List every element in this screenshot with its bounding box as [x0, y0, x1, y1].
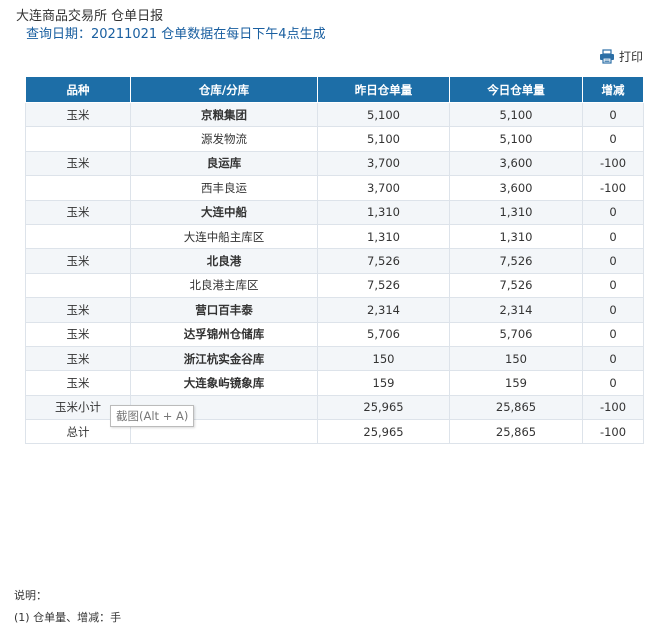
cell-change: 0 — [582, 345, 644, 372]
table-row: 西丰良运 3,700 3,600 -100 — [25, 175, 644, 201]
cell-yesterday: 5,100 — [317, 126, 450, 152]
cell-today: 25,865 — [449, 394, 583, 421]
cell-variety: 玉米 — [25, 150, 131, 177]
cell-variety: 玉米 — [25, 199, 131, 225]
table-row: 北良港主库区 7,526 7,526 0 — [25, 272, 644, 299]
cell-yesterday: 7,526 — [317, 272, 450, 299]
cell-change: -100 — [582, 150, 644, 177]
cell-yesterday: 25,965 — [317, 394, 450, 421]
cell-variety — [25, 175, 131, 201]
cell-yesterday: 25,965 — [317, 419, 450, 445]
cell-today: 159 — [449, 370, 583, 396]
cell-warehouse: 浙江杭实金谷库 — [130, 345, 318, 372]
cell-change: 0 — [582, 297, 644, 323]
cell-change: 0 — [582, 272, 644, 299]
cell-yesterday: 5,706 — [317, 321, 450, 347]
table-row: 玉米 良运库 3,700 3,600 -100 — [25, 150, 644, 177]
cell-change: 0 — [582, 248, 644, 274]
table-row: 玉米 北良港 7,526 7,526 0 — [25, 248, 644, 274]
cell-yesterday: 5,100 — [317, 101, 450, 128]
cell-today: 5,100 — [449, 101, 583, 128]
column-header-variety: 品种 — [25, 76, 131, 103]
cell-today: 150 — [449, 345, 583, 372]
page-title: 大连商品交易所 仓单日报 — [16, 9, 164, 24]
cell-today: 7,526 — [449, 272, 583, 299]
cell-today: 3,600 — [449, 175, 583, 201]
cell-change: 0 — [582, 101, 644, 128]
cell-warehouse: 营口百丰泰 — [130, 297, 318, 323]
table-row: 玉米 京粮集团 5,100 5,100 0 — [25, 101, 644, 128]
cell-yesterday: 1,310 — [317, 199, 450, 225]
column-header-change: 增减 — [582, 76, 644, 103]
cell-change: 0 — [582, 223, 644, 250]
cell-warehouse: 大连中船主库区 — [130, 223, 318, 250]
cell-yesterday: 3,700 — [317, 150, 450, 177]
cell-warehouse: 达孚锦州仓储库 — [130, 321, 318, 347]
cell-warehouse: 北良港 — [130, 248, 318, 274]
cell-today: 5,100 — [449, 126, 583, 152]
cell-change: -100 — [582, 419, 644, 445]
cell-warehouse: 京粮集团 — [130, 101, 318, 128]
cell-yesterday: 7,526 — [317, 248, 450, 274]
cell-today: 25,865 — [449, 419, 583, 445]
cell-today: 2,314 — [449, 297, 583, 323]
table-row: 源发物流 5,100 5,100 0 — [25, 126, 644, 152]
cell-change: 0 — [582, 321, 644, 347]
cell-today: 5,706 — [449, 321, 583, 347]
table-row: 玉米 浙江杭实金谷库 150 150 0 — [25, 345, 644, 372]
cell-change: -100 — [582, 175, 644, 201]
cell-change: 0 — [582, 126, 644, 152]
print-label: 打印 — [618, 50, 643, 64]
cell-variety — [25, 272, 131, 299]
column-header-today: 今日仓单量 — [449, 76, 583, 103]
warehouse-receipt-table: 品种 仓库/分库 昨日仓单量 今日仓单量 增减 玉米 京粮集团 5,100 5,100… — [25, 76, 644, 445]
cell-variety: 玉米 — [25, 321, 131, 347]
cell-yesterday: 150 — [317, 345, 450, 372]
table-row: 玉米 达孚锦州仓储库 5,706 5,706 0 — [25, 321, 644, 347]
cell-change: 0 — [582, 370, 644, 396]
cell-yesterday: 159 — [317, 370, 450, 396]
cell-variety: 玉米 — [25, 101, 131, 128]
screenshot-tooltip: 截图(Alt + A) — [110, 405, 195, 427]
cell-change: 0 — [582, 199, 644, 225]
column-header-yesterday: 昨日仓单量 — [317, 76, 450, 103]
cell-warehouse: 大连象屿镜象库 — [130, 370, 318, 396]
notes-line-1: (1) 仓单量、增减：手 — [14, 611, 122, 624]
table-row: 玉米 大连中船 1,310 1,310 0 — [25, 199, 644, 225]
query-date-text: 查询日期：20211021 仓单数据在每日下午4点生成 — [26, 27, 326, 42]
notes-label: 说明： — [14, 589, 47, 602]
cell-yesterday: 1,310 — [317, 223, 450, 250]
cell-yesterday: 2,314 — [317, 297, 450, 323]
cell-today: 3,600 — [449, 150, 583, 177]
table-header-row: 品种 仓库/分库 昨日仓单量 今日仓单量 增减 — [25, 76, 644, 103]
cell-variety: 玉米 — [25, 248, 131, 274]
cell-today: 7,526 — [449, 248, 583, 274]
table-row: 玉米 大连象屿镜象库 159 159 0 — [25, 370, 644, 396]
cell-variety: 玉米 — [25, 297, 131, 323]
print-button[interactable]: 打印 — [599, 48, 643, 65]
printer-icon — [599, 49, 615, 64]
cell-variety: 玉米 — [25, 370, 131, 396]
cell-warehouse: 大连中船 — [130, 199, 318, 225]
cell-warehouse: 西丰良运 — [130, 175, 318, 201]
table-row: 玉米 营口百丰泰 2,314 2,314 0 — [25, 297, 644, 323]
cell-yesterday: 3,700 — [317, 175, 450, 201]
column-header-warehouse: 仓库/分库 — [130, 76, 318, 103]
cell-change: -100 — [582, 394, 644, 421]
cell-warehouse: 北良港主库区 — [130, 272, 318, 299]
cell-warehouse: 良运库 — [130, 150, 318, 177]
cell-variety — [25, 223, 131, 250]
cell-today: 1,310 — [449, 223, 583, 250]
table-row: 大连中船主库区 1,310 1,310 0 — [25, 223, 644, 250]
cell-variety — [25, 126, 131, 152]
cell-warehouse: 源发物流 — [130, 126, 318, 152]
cell-variety: 玉米 — [25, 345, 131, 372]
cell-today: 1,310 — [449, 199, 583, 225]
